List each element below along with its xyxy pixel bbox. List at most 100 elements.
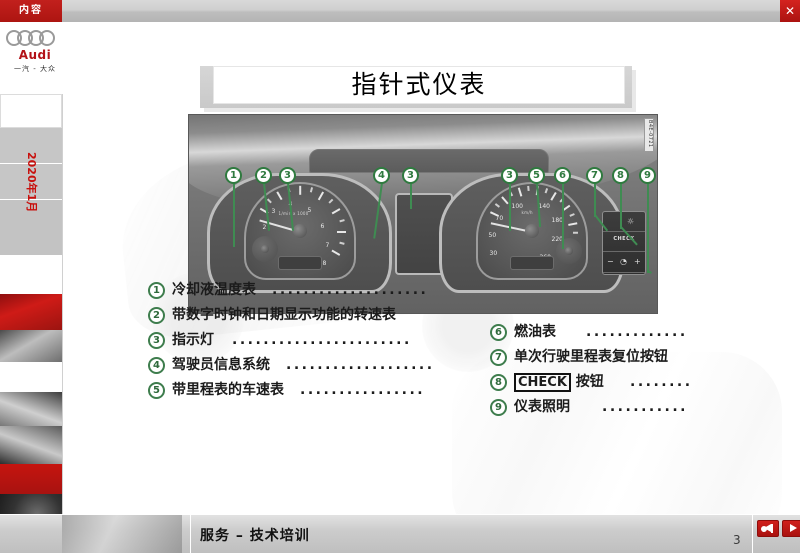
rail-divider (62, 94, 63, 553)
speedometer-dial: 30 50 70 100 140 180 220 260 km/h (475, 182, 588, 280)
leader-line-3c (509, 183, 511, 231)
check-button-row[interactable]: CHECK (603, 232, 645, 252)
leader-line-3b (410, 183, 412, 209)
leader-line-9a (647, 183, 649, 273)
legend-dots: ............. (586, 324, 688, 340)
trip-reset-row[interactable]: − ◔ + (603, 253, 645, 273)
legend-dots: ........... (602, 399, 689, 415)
legend-number: 6 (490, 324, 507, 341)
speed-number: 50 (488, 232, 497, 239)
speedometer-housing: 30 50 70 100 140 180 220 260 km/h (439, 173, 624, 293)
fuel-gauge-hub (564, 247, 573, 255)
nav-divider (752, 515, 753, 553)
tach-number: 8 (322, 260, 327, 267)
leader-line-9b (647, 270, 652, 274)
callout-1: 1 (225, 167, 242, 184)
legend-item-7: 7 单次行驶里程表复位按钮 (490, 347, 790, 370)
four-rings-icon (6, 30, 64, 46)
coolant-gauge-hub (260, 245, 269, 253)
lamp-icon: ☼ (627, 217, 635, 226)
tach-number: 2 (262, 224, 267, 231)
legend-number: 3 (148, 332, 165, 349)
previous-slide-button[interactable] (757, 520, 779, 537)
date-label: 2020年1月 (25, 152, 38, 213)
plus-icon: + (634, 257, 641, 266)
rail-block-white-2 (0, 362, 62, 392)
legend-item-9: 9 仪表照明 ........... (490, 397, 790, 420)
tach-number: 3 (271, 208, 276, 215)
callout-3c: 3 (501, 167, 518, 184)
tachometer-dial: 1 2 3 4 5 6 7 8 1/min x 1000 (243, 182, 356, 280)
tachometer-lcd-display (277, 256, 322, 270)
page-title: 指针式仪表 (351, 70, 487, 99)
rail-thumbnail-photo-2 (0, 392, 62, 426)
instrument-control-panel[interactable]: ☼ CHECK − ◔ + (602, 211, 646, 275)
contents-tab[interactable]: 内容 (0, 0, 62, 22)
leader-line-6 (562, 183, 564, 249)
tach-number: 7 (325, 242, 330, 249)
legend-number: 5 (148, 382, 165, 399)
rail-block-white-1 (0, 94, 62, 128)
footer-texture (62, 515, 182, 553)
leader-line-8a (620, 183, 622, 229)
callout-5: 5 (528, 167, 545, 184)
audi-rings-logo: Audi 一汽 - 大众 (4, 28, 66, 90)
legend-label: 驾驶员信息系统 (172, 357, 270, 373)
callout-3b: 3 (402, 167, 419, 184)
callout-6: 6 (554, 167, 571, 184)
callout-9: 9 (639, 167, 656, 184)
rotary-knob-icon: ◔ (620, 257, 627, 266)
footer-title: 服务 – 技术培训 (200, 528, 310, 544)
legend-item-5: 5 带里程表的车速表 ................ (148, 380, 488, 403)
slide-canvas: 指针式仪表 1 2 3 4 (72, 22, 800, 553)
tachometer-hub (292, 224, 307, 238)
legend-item-6: 6 燃油表 ............. (490, 322, 790, 345)
check-button-label: CHECK (613, 236, 635, 242)
tach-unit-label: 1/min x 1000 (278, 211, 309, 216)
rail-thumbnail-red-car (0, 294, 62, 330)
ring-4 (39, 30, 55, 46)
leader-line-7a (594, 183, 596, 217)
fuel-gauge (555, 238, 582, 264)
speed-number: 140 (538, 203, 550, 210)
left-sidebar: Audi 一汽 - 大众 2020年1月 (0, 22, 72, 553)
legend-dots: ................ (300, 382, 426, 398)
instrument-cluster-diagram: 1 2 3 4 5 6 7 8 1/min x 1000 (188, 114, 658, 314)
figure-reference-text: B4E-0721 (647, 120, 653, 148)
legend-column-right: 6 燃油表 ............. 7 单次行驶里程表复位按钮 8 CHEC… (490, 322, 790, 422)
legend-dots: ....................... (232, 332, 412, 348)
legend-dots: ................... (286, 357, 435, 373)
odometer-lcd-display (509, 256, 554, 270)
legend-number: 7 (490, 349, 507, 366)
legend-label: 单次行驶里程表复位按钮 (514, 349, 668, 365)
legend-number: 9 (490, 399, 507, 416)
speed-number: 70 (495, 215, 504, 222)
legend-label: 指示灯 (172, 332, 214, 348)
footer-divider (190, 515, 191, 553)
figure-reference-code: B4E-0721 (644, 118, 654, 152)
legend-label: 仪表照明 (514, 399, 570, 415)
speedometer-hub (524, 224, 539, 238)
minus-icon: − (607, 257, 614, 266)
prev-bar-icon (771, 524, 773, 533)
rail-thumbnail-photo-1 (0, 330, 62, 362)
tach-number: 6 (320, 223, 325, 230)
page-number: 3 (733, 533, 741, 547)
callout-2: 2 (255, 167, 272, 184)
audi-wordmark: Audi (18, 48, 52, 62)
check-button-text: CHECK (514, 373, 571, 392)
legend-number: 4 (148, 357, 165, 374)
legend-label-boxed: CHECK 按钮 (514, 372, 604, 393)
speed-number: 100 (511, 203, 523, 210)
rail-block-red (0, 464, 62, 494)
callout-8: 8 (612, 167, 629, 184)
footer-bar: 服务 – 技术培训 3 (0, 514, 800, 553)
coolant-temp-gauge (251, 236, 278, 262)
rail-thumbnail-photo-3 (0, 426, 62, 464)
close-icon[interactable]: ✕ (780, 0, 800, 22)
next-slide-button[interactable] (782, 520, 800, 537)
callout-7: 7 (586, 167, 603, 184)
speed-unit-label: km/h (521, 210, 533, 215)
speed-number: 30 (489, 250, 498, 257)
legend-dots: ........ (630, 374, 693, 390)
